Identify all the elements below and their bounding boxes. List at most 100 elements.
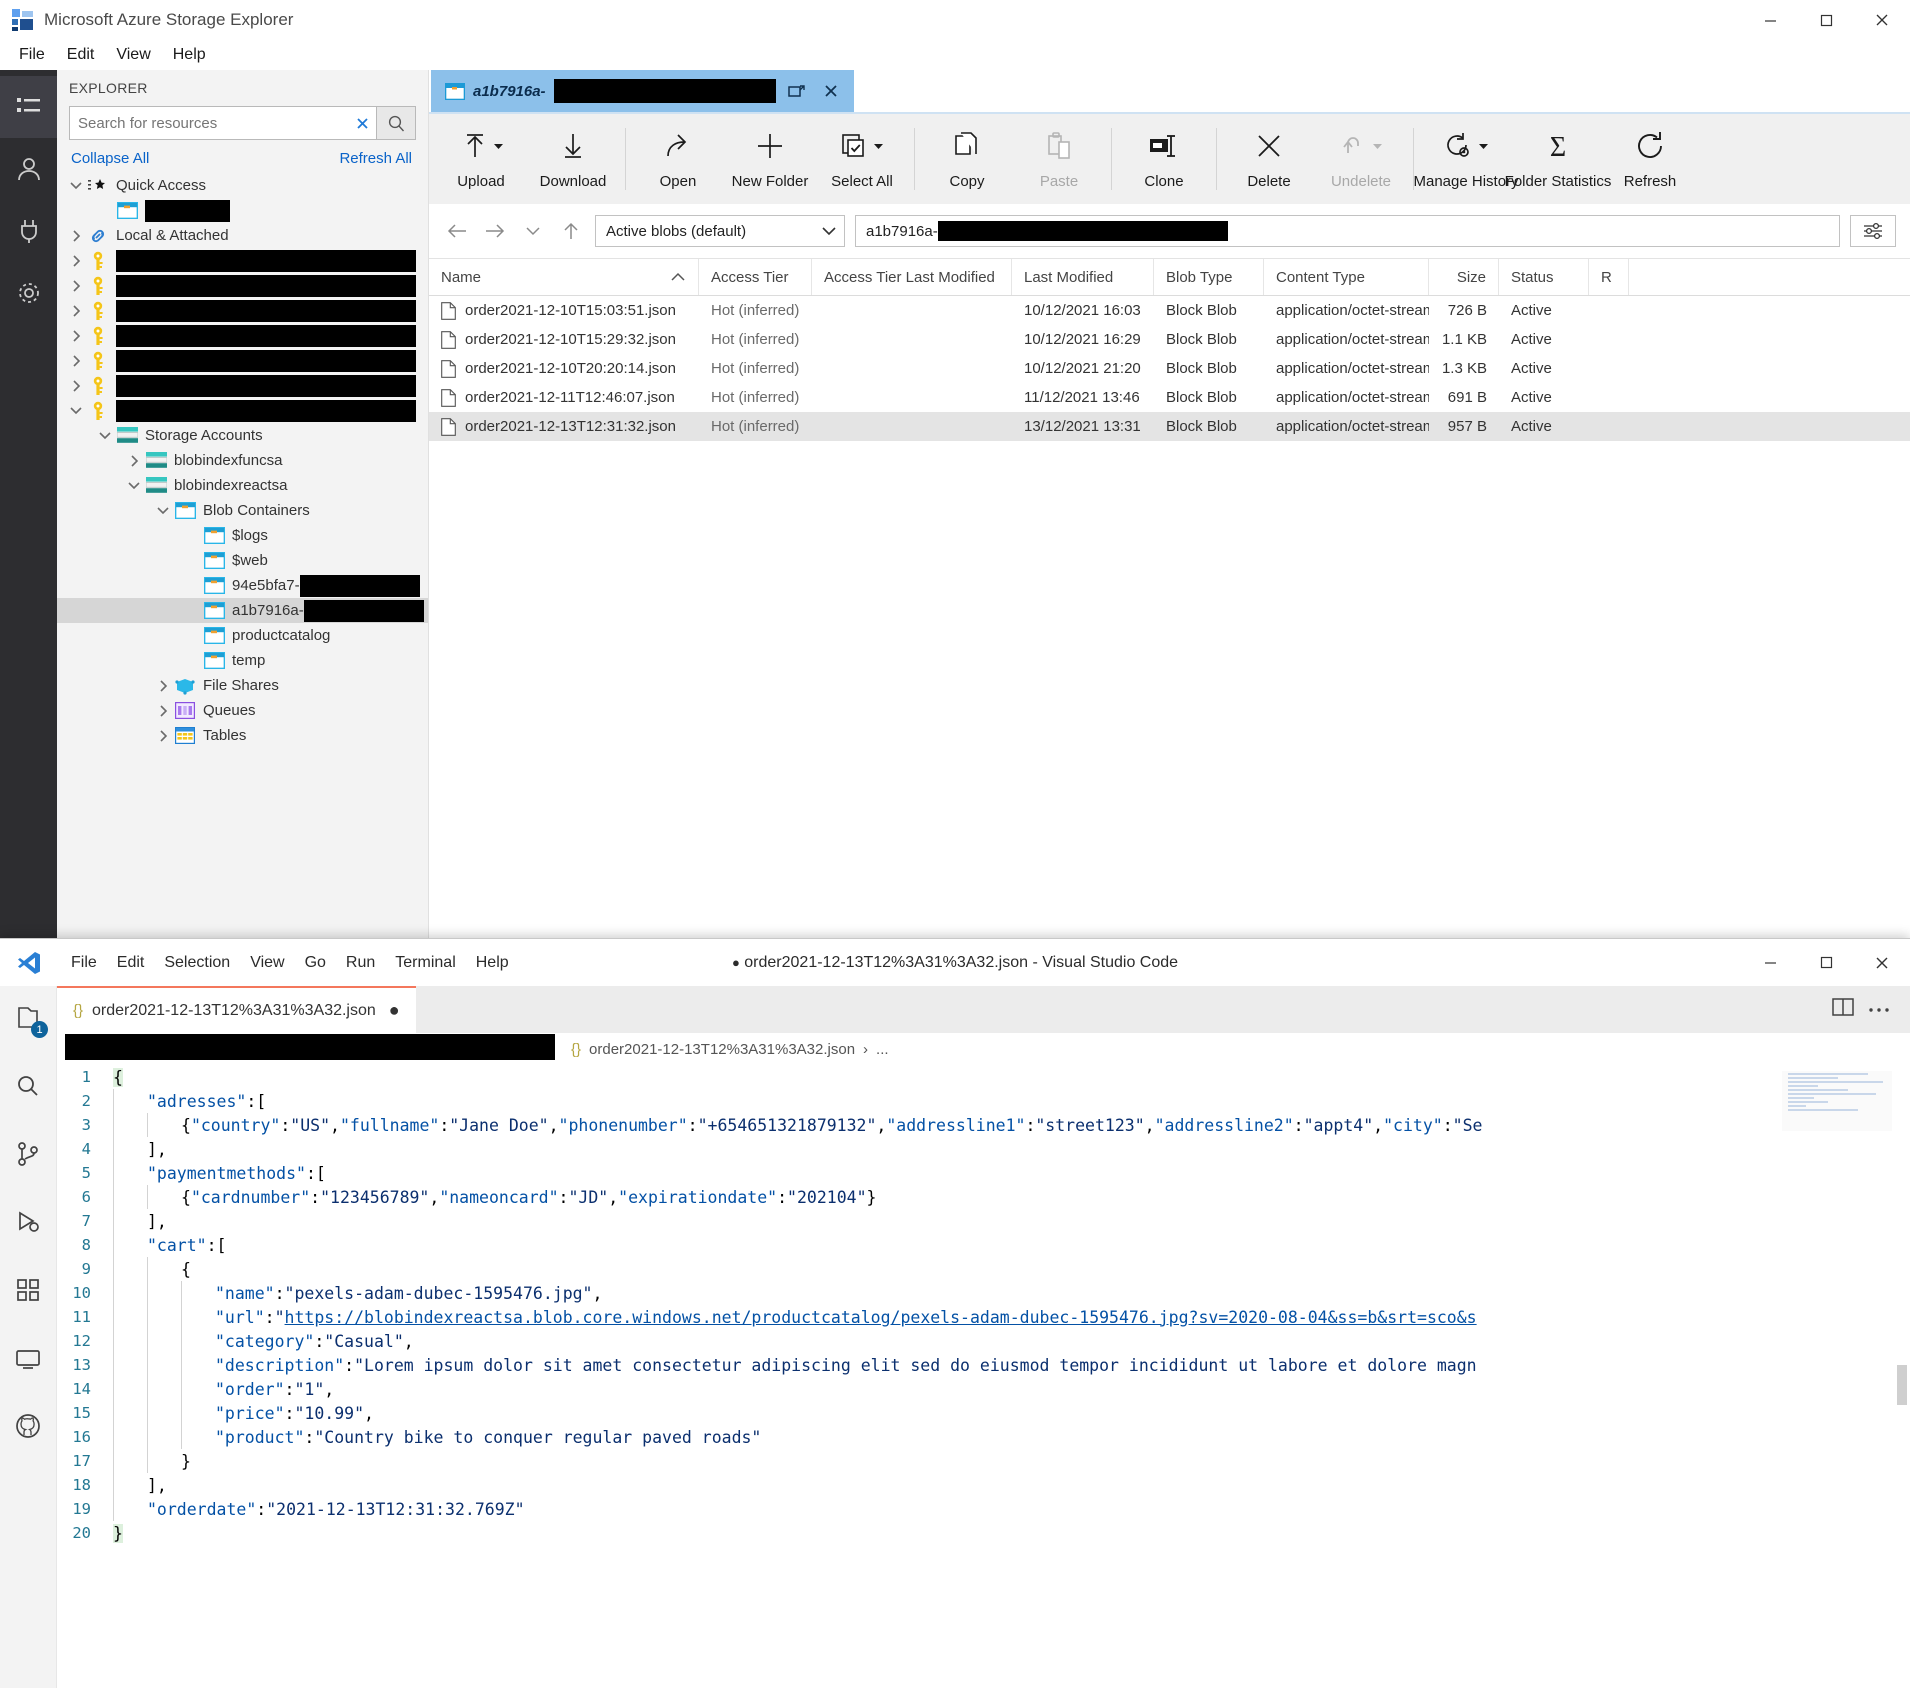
column-header-blob-type[interactable]: Blob Type <box>1154 259 1264 295</box>
minimap[interactable] <box>1782 1071 1892 1131</box>
vscode-menu-go[interactable]: Go <box>296 951 335 975</box>
toolbar-select-all-button[interactable]: Select All <box>816 114 908 204</box>
column-header-access-tier-last-modified[interactable]: Access Tier Last Modified <box>812 259 1012 295</box>
chevron-right-icon[interactable] <box>65 304 87 318</box>
history-chevron-down-icon[interactable] <box>519 217 547 245</box>
tree-item-web[interactable]: $web <box>57 548 428 573</box>
chevron-right-icon[interactable] <box>65 279 87 293</box>
blob-filter-select[interactable]: Active blobs (default) <box>595 215 845 247</box>
clear-search-icon[interactable] <box>348 106 376 140</box>
run-debug-icon[interactable] <box>4 1200 52 1244</box>
chevron-right-icon[interactable] <box>65 379 87 393</box>
tree-item-file-shares[interactable]: File Shares <box>57 673 428 698</box>
toolbar-new-folder-button[interactable]: New Folder <box>724 114 816 204</box>
chevron-right-icon[interactable] <box>152 679 174 693</box>
chevron-right-icon[interactable] <box>65 229 87 243</box>
activity-settings-button[interactable] <box>0 262 57 324</box>
chevron-down-icon[interactable] <box>123 479 145 492</box>
tree-item-redacted[interactable] <box>57 348 428 373</box>
code-editor[interactable]: 1{2 "adresses":[3 {"country":"US","fullnam… <box>57 1065 1910 1688</box>
tree-item-productcatalog[interactable]: productcatalog <box>57 623 428 648</box>
toolbar-download-button[interactable]: Download <box>527 114 619 204</box>
toolbar-manage-history-button[interactable]: Manage History <box>1413 114 1519 204</box>
chevron-down-icon[interactable] <box>65 179 87 192</box>
activity-connect-button[interactable] <box>0 200 57 262</box>
vscode-menu-help[interactable]: Help <box>467 951 518 975</box>
tree-item-tables[interactable]: Tables <box>57 723 428 748</box>
tree-item-temp[interactable]: temp <box>57 648 428 673</box>
maximize-icon[interactable] <box>1798 939 1854 986</box>
chevron-right-icon[interactable] <box>65 254 87 268</box>
refresh-all-link[interactable]: Refresh All <box>339 150 412 167</box>
column-header-remaining[interactable]: R <box>1589 259 1629 295</box>
activity-explorer-button[interactable] <box>0 76 57 138</box>
tree-item-quick-access[interactable]: Quick Access <box>57 173 428 198</box>
column-header-access-tier[interactable]: Access Tier <box>699 259 812 295</box>
activity-account-button[interactable] <box>0 138 57 200</box>
github-icon[interactable] <box>4 1404 52 1448</box>
up-arrow-icon[interactable] <box>557 217 585 245</box>
blob-container-tab[interactable]: a1b7916a- <box>431 70 854 112</box>
tree-item-a1b7916a[interactable]: a1b7916a- <box>57 598 428 623</box>
toolbar-folder-statistics-button[interactable]: Σ Folder Statistics <box>1505 114 1612 204</box>
vscode-menu-selection[interactable]: Selection <box>155 951 239 975</box>
toolbar-copy-button[interactable]: Copy <box>921 114 1013 204</box>
vscode-menu-file[interactable]: File <box>62 951 106 975</box>
tree-item-94e5bfa7[interactable]: 94e5bfa7- <box>57 573 428 598</box>
minimize-icon[interactable] <box>1742 0 1798 40</box>
toolbar-delete-button[interactable]: Delete <box>1223 114 1315 204</box>
toolbar-open-button[interactable]: Open <box>632 114 724 204</box>
remote-explorer-icon[interactable] <box>4 1336 52 1380</box>
editor-scrollbar[interactable] <box>1894 1065 1910 1688</box>
back-arrow-icon[interactable] <box>443 217 471 245</box>
breadcrumb-tail[interactable]: ... <box>876 1041 889 1058</box>
column-header-name[interactable]: Name <box>429 259 699 295</box>
table-row[interactable]: order2021-12-13T12:31:32.json Hot (inferr… <box>429 412 1910 441</box>
tree-item-blobindexreactsa[interactable]: blobindexreactsa <box>57 473 428 498</box>
chevron-right-icon[interactable] <box>65 354 87 368</box>
vscode-menu-terminal[interactable]: Terminal <box>386 951 464 975</box>
table-row[interactable]: order2021-12-11T12:46:07.json Hot (inferr… <box>429 383 1910 412</box>
column-header-size[interactable]: Size <box>1429 259 1499 295</box>
tree-item-redacted[interactable] <box>57 398 428 423</box>
blob-path-input[interactable]: a1b7916a- <box>855 215 1840 247</box>
extensions-icon[interactable] <box>4 1268 52 1312</box>
editor-tab-dirty-icon[interactable]: ● <box>389 1000 400 1021</box>
search-field-wrapper[interactable] <box>69 106 348 140</box>
menu-item-help[interactable]: Help <box>164 43 215 67</box>
explorer-icon[interactable]: 1 <box>4 996 52 1040</box>
close-icon[interactable] <box>1854 939 1910 986</box>
tree-item-redacted[interactable] <box>57 323 428 348</box>
source-control-icon[interactable] <box>4 1132 52 1176</box>
editor-tab-json-file[interactable]: {} order2021-12-13T12%3A31%3A32.json ● <box>57 986 416 1033</box>
tree-item-storage-accounts[interactable]: Storage Accounts <box>57 423 428 448</box>
tree-item-blobindexfuncsa[interactable]: blobindexfuncsa <box>57 448 428 473</box>
tree-item-redacted[interactable] <box>57 198 428 223</box>
menu-item-edit[interactable]: Edit <box>58 43 104 67</box>
tree-item-blob-containers[interactable]: Blob Containers <box>57 498 428 523</box>
chevron-down-icon[interactable] <box>94 429 116 442</box>
menu-item-file[interactable]: File <box>10 43 54 67</box>
tree-item-redacted[interactable] <box>57 373 428 398</box>
search-input[interactable] <box>78 114 348 132</box>
tree-item-logs[interactable]: $logs <box>57 523 428 548</box>
more-actions-icon[interactable] <box>1868 1001 1890 1019</box>
maximize-icon[interactable] <box>1798 0 1854 40</box>
column-header-status[interactable]: Status <box>1499 259 1589 295</box>
menu-item-view[interactable]: View <box>107 43 159 67</box>
toolbar-upload-button[interactable]: Upload <box>435 114 527 204</box>
split-editor-icon[interactable] <box>1832 997 1854 1022</box>
tree-item-queues[interactable]: Queues <box>57 698 428 723</box>
tree-item-redacted[interactable] <box>57 273 428 298</box>
vscode-menu-view[interactable]: View <box>241 951 293 975</box>
tab-close-icon[interactable] <box>818 78 844 104</box>
token-url[interactable]: https://blobindexreactsa.blob.core.windo… <box>285 1308 1477 1327</box>
forward-arrow-icon[interactable] <box>481 217 509 245</box>
table-row[interactable]: order2021-12-10T15:03:51.json Hot (inferr… <box>429 296 1910 325</box>
filter-settings-button[interactable] <box>1850 215 1896 247</box>
minimize-icon[interactable] <box>1742 939 1798 986</box>
search-icon[interactable] <box>4 1064 52 1108</box>
table-row[interactable]: order2021-12-10T20:20:14.json Hot (inferr… <box>429 354 1910 383</box>
tree-item-local-attached[interactable]: Local & Attached <box>57 223 428 248</box>
vscode-menu-run[interactable]: Run <box>337 951 384 975</box>
